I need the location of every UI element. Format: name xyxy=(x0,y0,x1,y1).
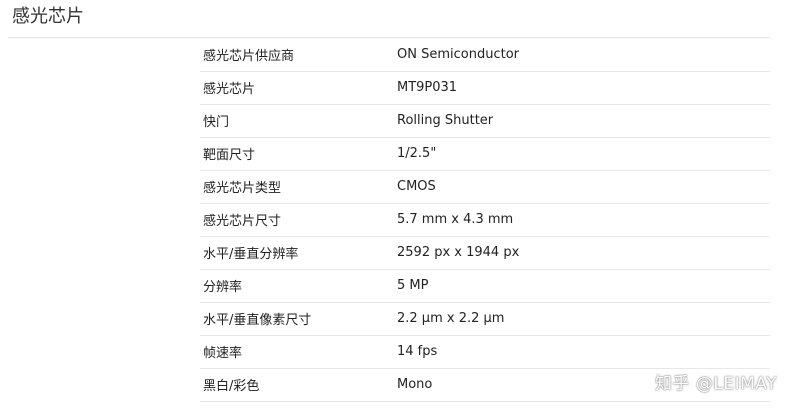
section-title: 感光芯片 xyxy=(12,6,84,27)
spec-value: 5 MP xyxy=(397,278,429,293)
spec-label: 感光芯片尺寸 xyxy=(203,214,282,229)
spec-label: 感光芯片类型 xyxy=(203,181,282,196)
spec-label: 分辨率 xyxy=(203,280,243,295)
spec-row: 帧速率 14 fps xyxy=(200,335,770,368)
spec-row: 感光芯片类型 CMOS xyxy=(200,170,770,203)
spec-value: 2.2 µm x 2.2 µm xyxy=(397,311,505,326)
spec-row: 快门 Rolling Shutter xyxy=(200,104,770,137)
spec-value: 5.7 mm x 4.3 mm xyxy=(397,212,514,227)
spec-row: 水平/垂直分辨率 2592 px x 1944 px xyxy=(200,236,770,269)
spec-table: 感光芯片供应商 ON Semiconductor 感光芯片 MT9P031 快门… xyxy=(200,38,770,402)
spec-label: 黑白/彩色 xyxy=(203,379,260,394)
spec-value: 1/2.5" xyxy=(397,146,437,161)
spec-label: 水平/垂直像素尺寸 xyxy=(203,313,312,328)
spec-value: Rolling Shutter xyxy=(397,113,494,128)
spec-value: ON Semiconductor xyxy=(397,46,519,62)
spec-label: 水平/垂直分辨率 xyxy=(203,247,299,262)
spec-value: CMOS xyxy=(397,179,436,194)
spec-row: 感光芯片 MT9P031 xyxy=(200,71,770,104)
spec-label: 靶面尺寸 xyxy=(203,148,256,163)
spec-value: 14 fps xyxy=(397,344,438,359)
spec-label: 帧速率 xyxy=(203,346,243,361)
watermark: 知乎 @LEIMAY xyxy=(655,374,777,394)
spec-label: 感光芯片供应商 xyxy=(203,48,295,64)
spec-value: MT9P031 xyxy=(397,80,458,95)
spec-label: 感光芯片 xyxy=(203,82,256,97)
spec-label: 快门 xyxy=(203,115,230,130)
spec-row: 分辨率 5 MP xyxy=(200,269,770,302)
spec-row: 感光芯片尺寸 5.7 mm x 4.3 mm xyxy=(200,203,770,236)
spec-row: 感光芯片供应商 ON Semiconductor xyxy=(200,38,770,71)
spec-row: 靶面尺寸 1/2.5" xyxy=(200,137,770,170)
spec-value: 2592 px x 1944 px xyxy=(397,245,520,260)
spec-row: 水平/垂直像素尺寸 2.2 µm x 2.2 µm xyxy=(200,302,770,335)
